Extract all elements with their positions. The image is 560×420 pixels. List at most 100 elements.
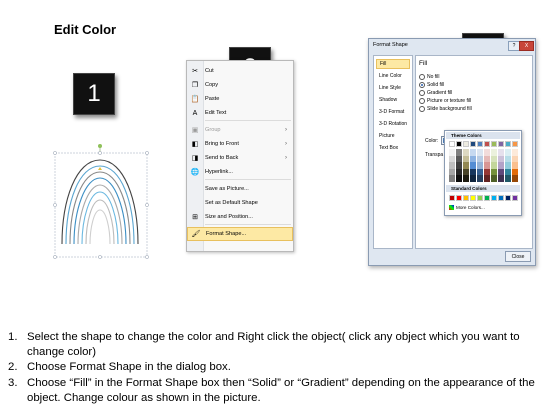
- chevron-right-icon: ›: [285, 155, 287, 161]
- color-swatch[interactable]: [498, 141, 504, 147]
- color-swatch[interactable]: [512, 195, 518, 201]
- fill-option-no-fill[interactable]: No fill: [419, 74, 440, 80]
- send-to-back-icon: ◨: [191, 155, 199, 162]
- radio-button[interactable]: [419, 90, 425, 96]
- menu-item-send-to-back[interactable]: ◨ Send to Back ›: [187, 151, 293, 165]
- rotation-handle-icon[interactable]: [98, 144, 102, 148]
- size-position-icon: ⊞: [192, 214, 198, 221]
- color-swatch[interactable]: [512, 175, 518, 182]
- color-swatch[interactable]: [512, 141, 518, 147]
- menu-item-bring-to-front[interactable]: ◧ Bring to Front ›: [187, 137, 293, 151]
- category-line-style[interactable]: Line Style: [376, 83, 410, 93]
- category-fill[interactable]: Fill: [376, 59, 410, 69]
- menu-item-hyperlink[interactable]: 🌐 Hyperlink...: [187, 165, 293, 179]
- color-swatch[interactable]: [477, 175, 483, 182]
- menu-item-label: Format Shape...: [206, 231, 247, 237]
- fill-option-picture-or-texture-fill[interactable]: Picture or texture fill: [419, 98, 471, 104]
- color-swatch[interactable]: [463, 175, 469, 182]
- color-swatch[interactable]: [491, 141, 497, 147]
- color-swatch[interactable]: [477, 195, 483, 201]
- category-line-color[interactable]: Line Color: [376, 71, 410, 81]
- chevron-right-icon: ›: [285, 127, 287, 133]
- color-swatch[interactable]: [463, 195, 469, 201]
- category-3-d-format[interactable]: 3-D Format: [376, 107, 410, 117]
- theme-colors-row: [449, 141, 518, 147]
- color-swatch[interactable]: [505, 175, 511, 182]
- fill-option-slide-background-fill[interactable]: Slide background fill: [419, 106, 472, 112]
- fill-option-label: Slide background fill: [427, 106, 472, 112]
- dialog-titlebar[interactable]: Format Shape ? X: [369, 39, 535, 51]
- menu-item-label: Set as Default Shape: [205, 200, 258, 206]
- fill-option-gradient-fill[interactable]: Gradient fill: [419, 90, 452, 96]
- color-swatch[interactable]: [505, 195, 511, 201]
- category-3-d-rotation[interactable]: 3-D Rotation: [376, 119, 410, 129]
- fill-option-label: Gradient fill: [427, 90, 453, 96]
- color-swatch[interactable]: [484, 175, 490, 182]
- menu-separator: [205, 120, 291, 121]
- color-swatch[interactable]: [456, 141, 462, 147]
- menu-separator: [205, 224, 291, 225]
- menu-item-format-shape[interactable]: 🖌 Format Shape...: [187, 227, 293, 241]
- category-picture[interactable]: Picture: [376, 131, 410, 141]
- close-button[interactable]: Close: [505, 251, 531, 262]
- instruction-number: 2.: [8, 361, 18, 374]
- instruction-number: 1.: [8, 331, 18, 343]
- color-swatch[interactable]: [449, 175, 455, 182]
- color-swatch[interactable]: [470, 141, 476, 147]
- radio-button[interactable]: [419, 98, 425, 104]
- selected-shape[interactable]: [52, 140, 152, 262]
- more-colors-label: More Colors...: [456, 205, 485, 210]
- radio-button[interactable]: [419, 106, 425, 112]
- color-swatch[interactable]: [470, 195, 476, 201]
- theme-shades-grid: [449, 149, 518, 182]
- menu-item-label: Hyperlink...: [205, 169, 233, 175]
- color-swatch[interactable]: [498, 195, 504, 201]
- category-text-box[interactable]: Text Box: [376, 143, 410, 153]
- menu-item-label: Edit Text: [205, 110, 227, 116]
- fill-option-label: No fill: [427, 74, 440, 80]
- color-swatch[interactable]: [449, 141, 455, 147]
- step-badge-1: 1: [73, 73, 115, 115]
- radio-button[interactable]: [419, 74, 425, 80]
- color-swatch[interactable]: [498, 175, 504, 182]
- standard-colors-row: [449, 195, 518, 201]
- color-swatch[interactable]: [456, 175, 462, 182]
- color-swatch[interactable]: [477, 141, 483, 147]
- menu-item-cut[interactable]: ✂ Cut: [187, 64, 293, 78]
- format-shape-icon: 🖌: [191, 231, 201, 238]
- color-swatch[interactable]: [449, 195, 455, 201]
- copy-icon: ❐: [191, 82, 199, 89]
- color-swatch[interactable]: [491, 175, 497, 182]
- color-swatch[interactable]: [484, 141, 490, 147]
- menu-item-group[interactable]: ▣ Group ›: [187, 123, 293, 137]
- hyperlink-icon: 🌐: [190, 169, 200, 176]
- context-menu: ✂ Cut ❐ Copy 📋 Paste A Edit Text ▣ Group › ◧ Bring t…: [186, 60, 294, 252]
- color-swatch[interactable]: [470, 175, 476, 182]
- menu-item-set-as-default-shape[interactable]: Set as Default Shape: [187, 196, 293, 210]
- page-title: Edit Color: [54, 22, 117, 37]
- more-colors-item[interactable]: More Colors...: [449, 205, 485, 210]
- menu-item-size-and-position[interactable]: ⊞ Size and Position...: [187, 210, 293, 224]
- scissors-icon: ✂: [192, 68, 198, 75]
- instruction-item: 3. Choose “Fill” in the Format Shape box …: [8, 376, 548, 406]
- close-x-button[interactable]: X: [519, 41, 534, 51]
- instruction-text: Choose Format Shape in the dialog box.: [27, 361, 231, 374]
- color-swatch[interactable]: [456, 195, 462, 201]
- concentric-arcs-shape[interactable]: [52, 140, 152, 262]
- menu-item-label: Send to Back: [205, 155, 239, 161]
- menu-item-copy[interactable]: ❐ Copy: [187, 78, 293, 92]
- radio-button[interactable]: [419, 82, 425, 88]
- color-swatch[interactable]: [463, 141, 469, 147]
- menu-item-edit-text[interactable]: A Edit Text: [187, 106, 293, 120]
- standard-colors-heading: Standard Colors: [446, 185, 520, 192]
- fill-option-solid-fill[interactable]: Solid fill: [419, 82, 444, 88]
- instruction-item: 1. Select the shape to change the color a…: [8, 330, 548, 360]
- menu-item-save-as-picture[interactable]: Save as Picture...: [187, 182, 293, 196]
- category-list: Fill Line Color Line Style Shadow 3-D Format…: [373, 55, 413, 249]
- color-swatch[interactable]: [484, 195, 490, 201]
- menu-item-paste[interactable]: 📋 Paste: [187, 92, 293, 106]
- color-swatch[interactable]: [505, 141, 511, 147]
- category-shadow[interactable]: Shadow: [376, 95, 410, 105]
- paste-icon: 📋: [190, 96, 200, 103]
- color-swatch[interactable]: [491, 195, 497, 201]
